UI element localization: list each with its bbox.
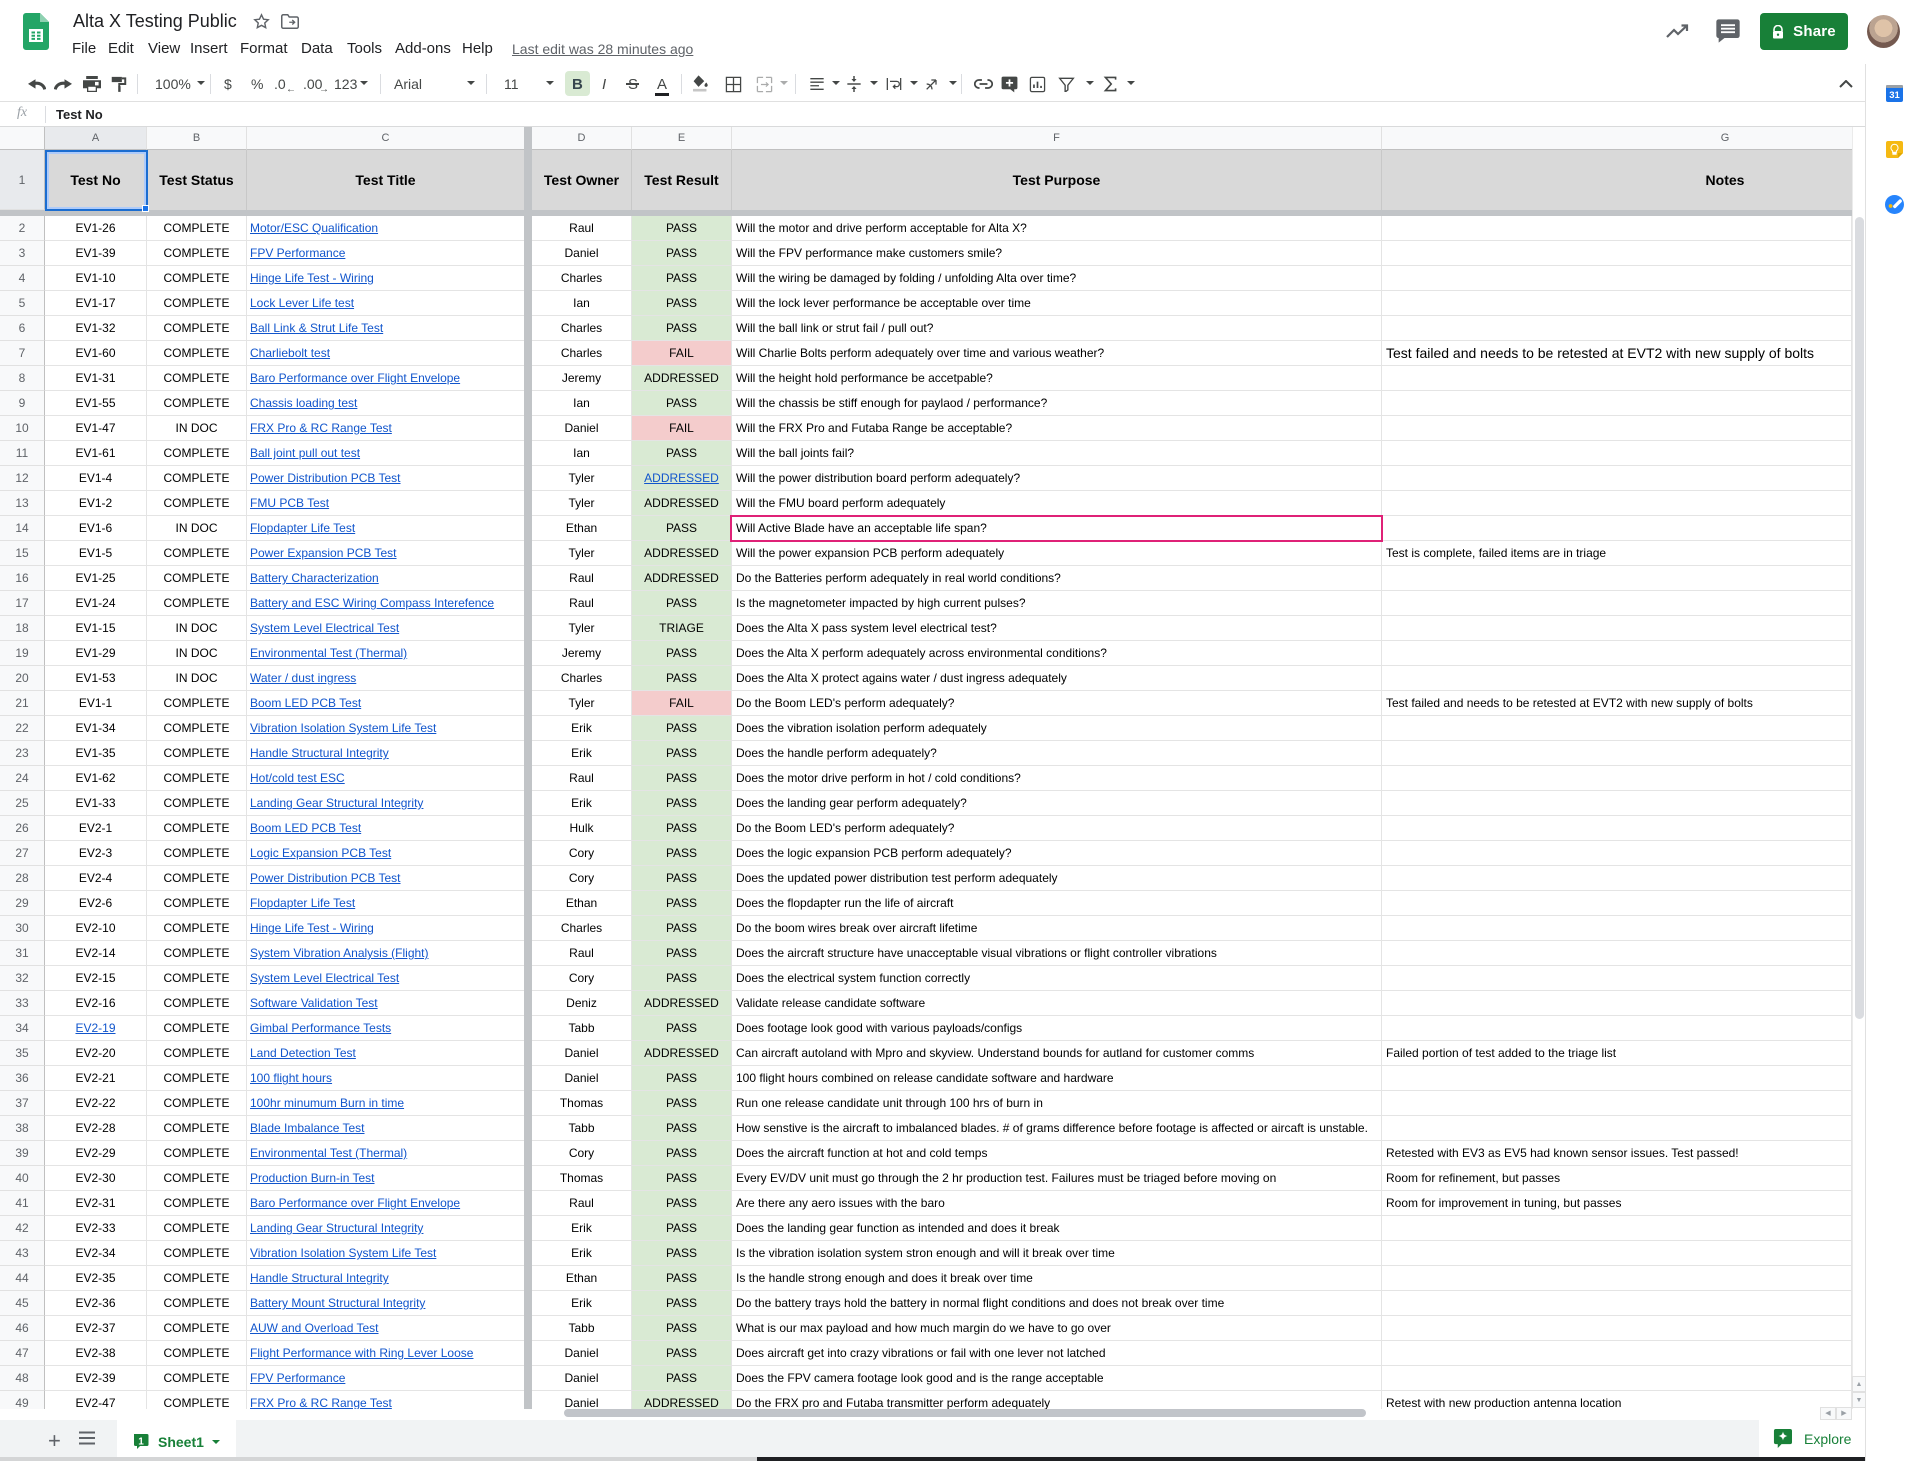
svg-text:31: 31 — [1889, 90, 1900, 101]
svg-text:1: 1 — [138, 1437, 144, 1448]
